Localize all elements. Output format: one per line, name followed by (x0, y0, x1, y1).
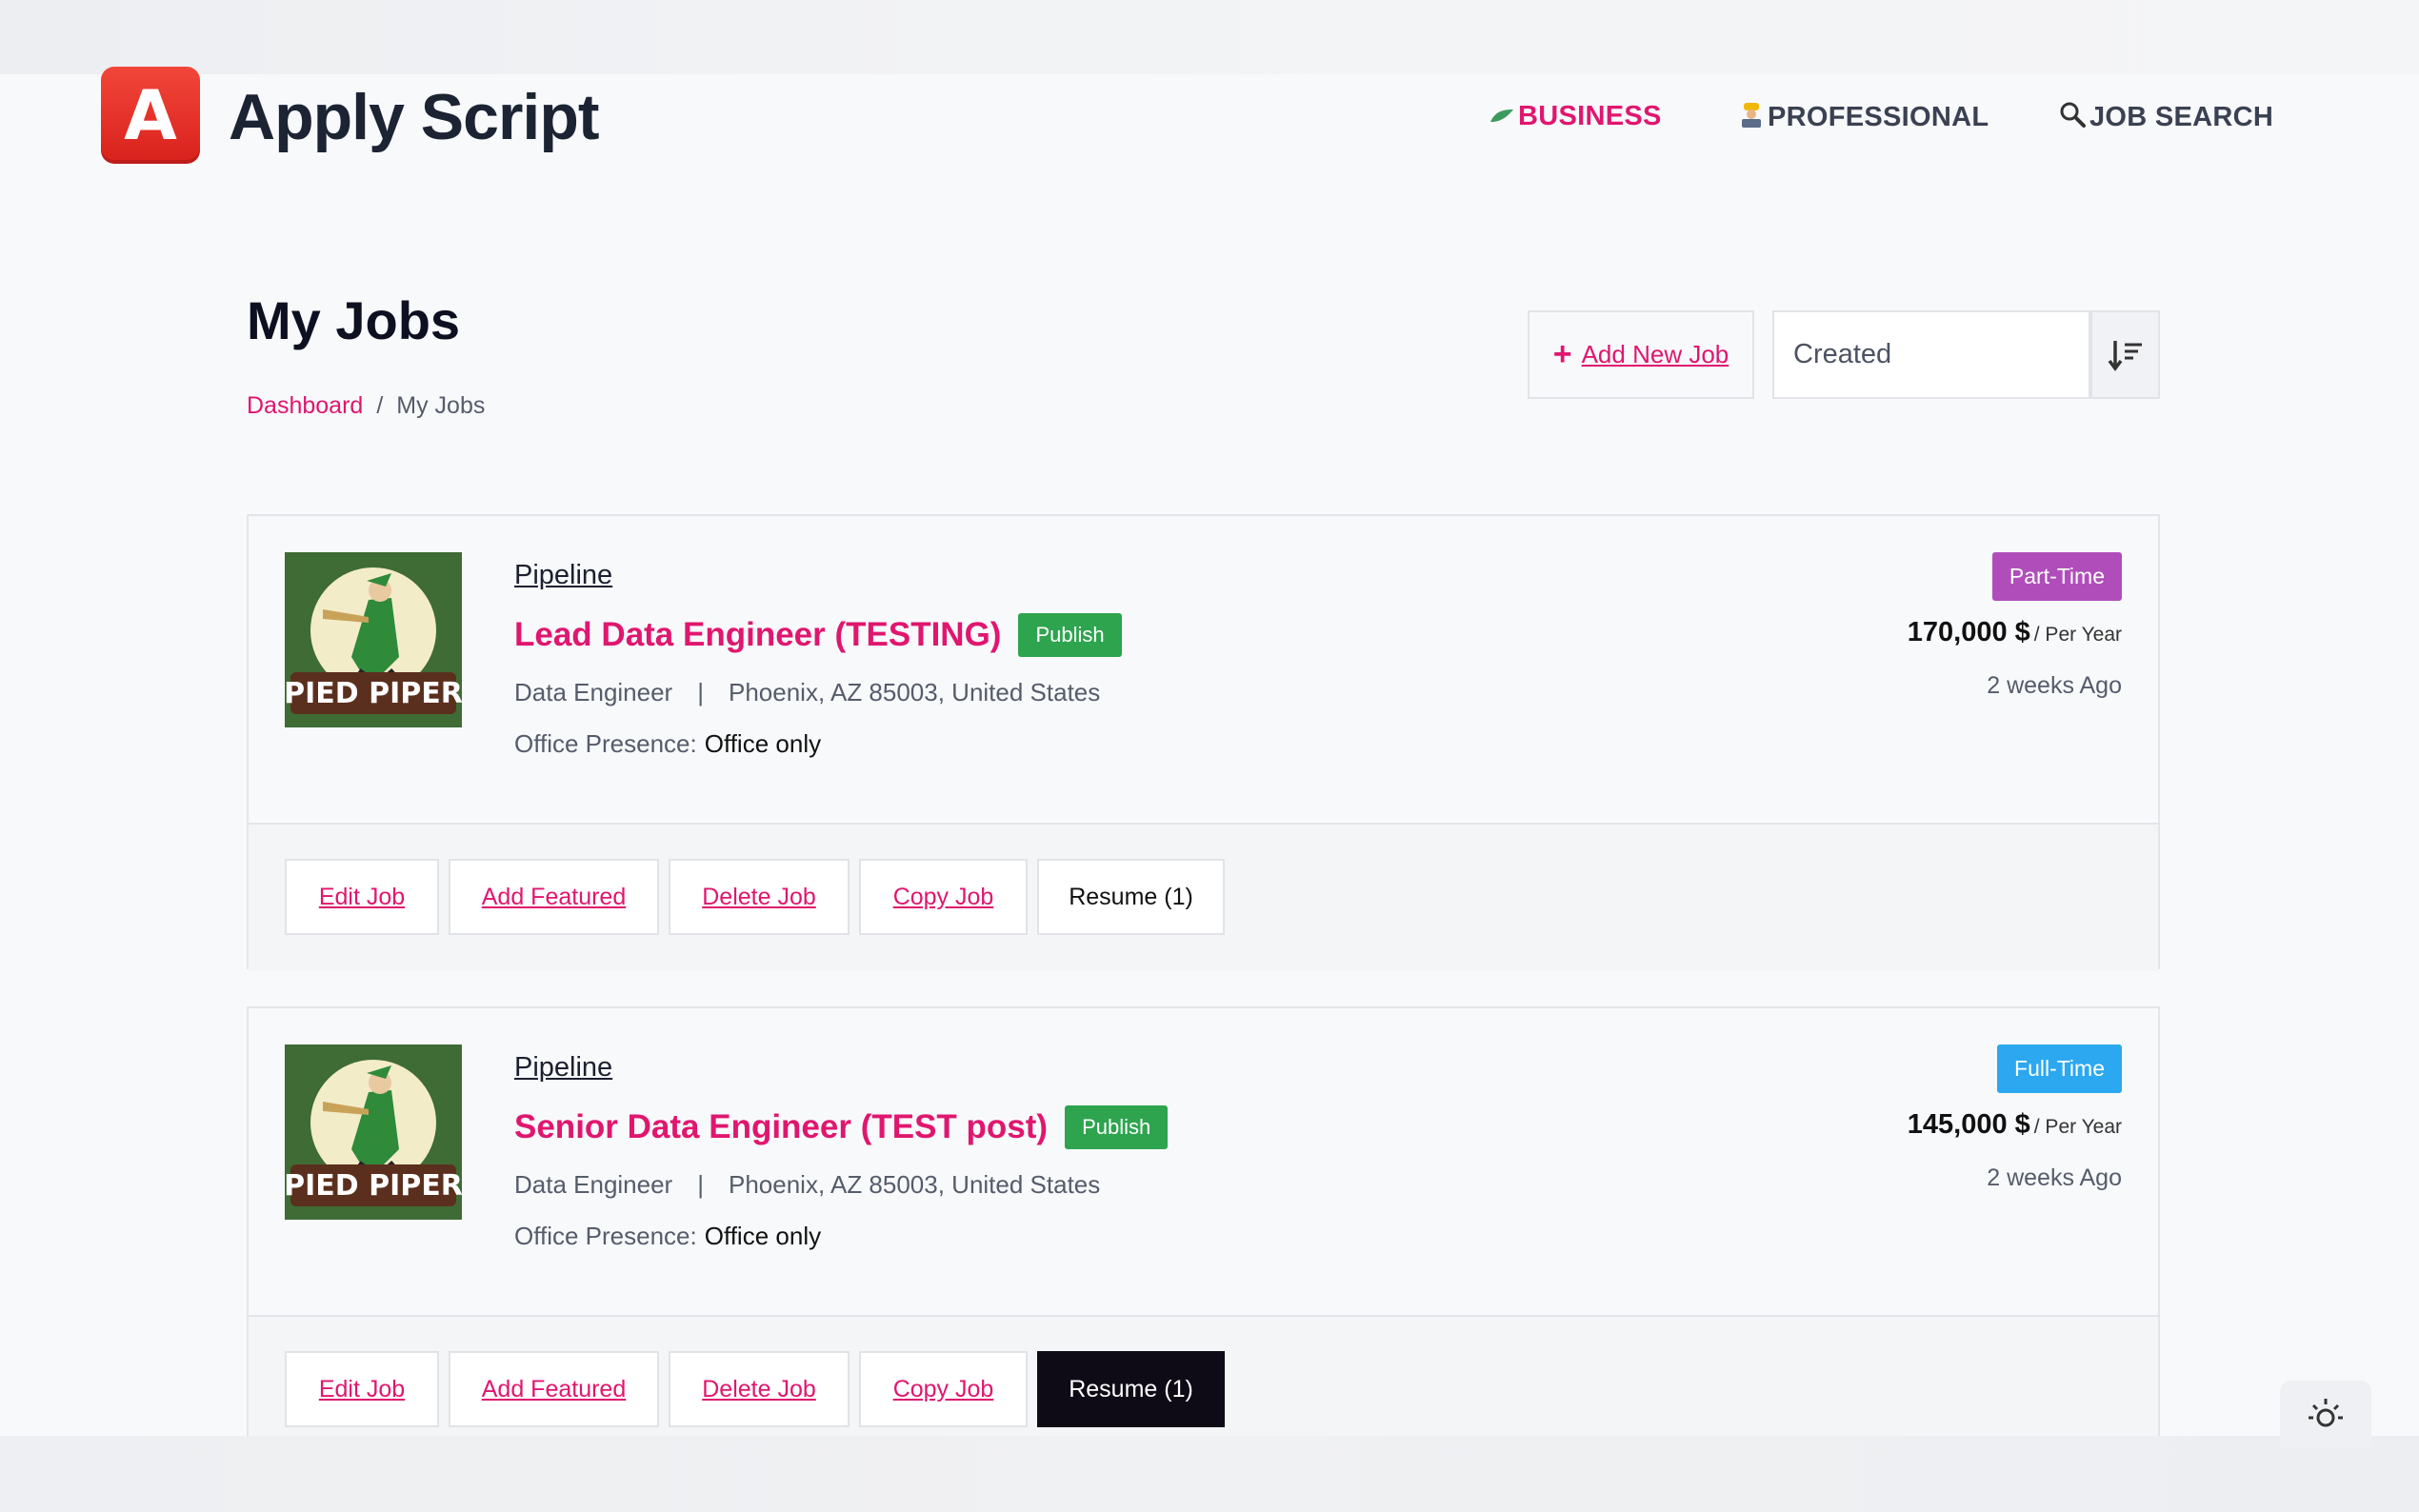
office-presence-value: Office only (704, 1222, 822, 1250)
job-title-row: Lead Data Engineer (TESTING) Publish (514, 613, 1122, 657)
job-location: Phoenix, AZ 85003, United States (729, 678, 1101, 706)
salary: 170,000 $ / Per Year (1908, 617, 2122, 648)
job-category: Data Engineer (514, 1170, 673, 1199)
theme-toggle-button[interactable] (2280, 1381, 2371, 1447)
salary-amount: 170,000 $ (1907, 617, 2030, 647)
sun-icon (2309, 1399, 2343, 1427)
status-badge: Publish (1018, 613, 1122, 657)
salary-period: / Per Year (2033, 624, 2122, 646)
job-card: PIED PIPER Pipeline Lead Data Engineer (… (247, 514, 2160, 971)
brand-logo[interactable]: A (101, 67, 200, 164)
delete-job-button[interactable]: Delete Job (669, 1351, 850, 1427)
job-type-badge: Full-Time (1997, 1044, 2122, 1093)
office-presence-label: Office Presence: (514, 1222, 697, 1250)
job-title-link[interactable]: Lead Data Engineer (TESTING) (514, 616, 1001, 654)
salary-amount: 145,000 $ (1907, 1109, 2030, 1140)
top-strip (0, 0, 2419, 74)
office-presence: Office Presence: Office only (514, 729, 821, 759)
edit-job-button[interactable]: Edit Job (285, 859, 439, 935)
meta-separator: | (697, 678, 704, 706)
leaf-icon (1489, 102, 1514, 131)
office-presence-value: Office only (704, 729, 822, 758)
status-badge: Publish (1065, 1105, 1169, 1149)
job-location: Phoenix, AZ 85003, United States (729, 1170, 1101, 1199)
job-category: Data Engineer (514, 678, 673, 706)
add-new-job-button[interactable]: + Add New Job (1528, 310, 1754, 399)
nav-professional-label: PROFESSIONAL (1768, 102, 1989, 132)
add-featured-button[interactable]: Add Featured (449, 1351, 659, 1427)
company-logo[interactable]: PIED PIPER (285, 1044, 462, 1220)
meta-separator: | (697, 1170, 704, 1199)
breadcrumb-separator: / (376, 392, 384, 419)
company-link[interactable]: Pipeline (514, 1052, 612, 1084)
add-new-job-label: Add New Job (1581, 340, 1729, 368)
nav-business[interactable]: BUSINESS (1489, 101, 1662, 132)
company-logo[interactable]: PIED PIPER (285, 552, 462, 727)
logo-wordmark: PIED PIPER (285, 677, 462, 710)
copy-job-button[interactable]: Copy Job (859, 1351, 1028, 1427)
sort-direction-button[interactable] (2090, 310, 2160, 399)
sort-select[interactable]: Created (1772, 310, 2090, 399)
breadcrumb-current: My Jobs (396, 392, 486, 419)
resume-button[interactable]: Resume (1) (1037, 1351, 1225, 1427)
nav-business-label: BUSINESS (1518, 101, 1662, 131)
job-type-badge: Part-Time (1991, 552, 2122, 601)
add-featured-button[interactable]: Add Featured (449, 859, 659, 935)
posted-time: 2 weeks Ago (1987, 1164, 2122, 1191)
delete-job-button[interactable]: Delete Job (669, 859, 850, 935)
nav-professional[interactable]: PROFESSIONAL (1739, 101, 1989, 134)
edit-job-button[interactable]: Edit Job (285, 1351, 439, 1427)
job-card: PIED PIPER Pipeline Senior Data Engineer… (247, 1006, 2160, 1463)
job-title-row: Senior Data Engineer (TEST post) Publish (514, 1105, 1169, 1149)
nav-job-search-label: JOB SEARCH (2089, 102, 2274, 132)
plus-icon: + (1552, 336, 1572, 372)
magnifier-icon (2059, 101, 2086, 134)
sort-descending-icon (2108, 340, 2142, 371)
page-title: My Jobs (247, 290, 461, 350)
nav-job-search[interactable]: JOB SEARCH (2059, 101, 2273, 134)
salary: 145,000 $ / Per Year (1908, 1109, 2122, 1141)
job-title-link[interactable]: Senior Data Engineer (TEST post) (514, 1108, 1048, 1146)
job-actions-bar: Edit Job Add Featured Delete Job Copy Jo… (249, 823, 2158, 971)
office-presence-label: Office Presence: (514, 729, 697, 758)
breadcrumb: Dashboard / My Jobs (247, 392, 485, 420)
logo-wordmark: PIED PIPER (285, 1169, 462, 1203)
bottom-strip (0, 1436, 2419, 1512)
site-header: A Apply Script BUSINESS PROFESSIONAL JOB… (0, 67, 2419, 171)
job-meta: Data Engineer | Phoenix, AZ 85003, Unite… (514, 1170, 1100, 1200)
resume-button[interactable]: Resume (1) (1037, 859, 1225, 935)
office-presence: Office Presence: Office only (514, 1222, 821, 1251)
breadcrumb-dashboard[interactable]: Dashboard (247, 392, 363, 420)
company-link[interactable]: Pipeline (514, 560, 612, 591)
posted-time: 2 weeks Ago (1987, 672, 2122, 699)
worker-icon (1739, 101, 1764, 134)
job-meta: Data Engineer | Phoenix, AZ 85003, Unite… (514, 678, 1100, 707)
salary-period: / Per Year (2033, 1116, 2122, 1138)
copy-job-button[interactable]: Copy Job (859, 859, 1028, 935)
brand-name[interactable]: Apply Script (229, 80, 599, 154)
